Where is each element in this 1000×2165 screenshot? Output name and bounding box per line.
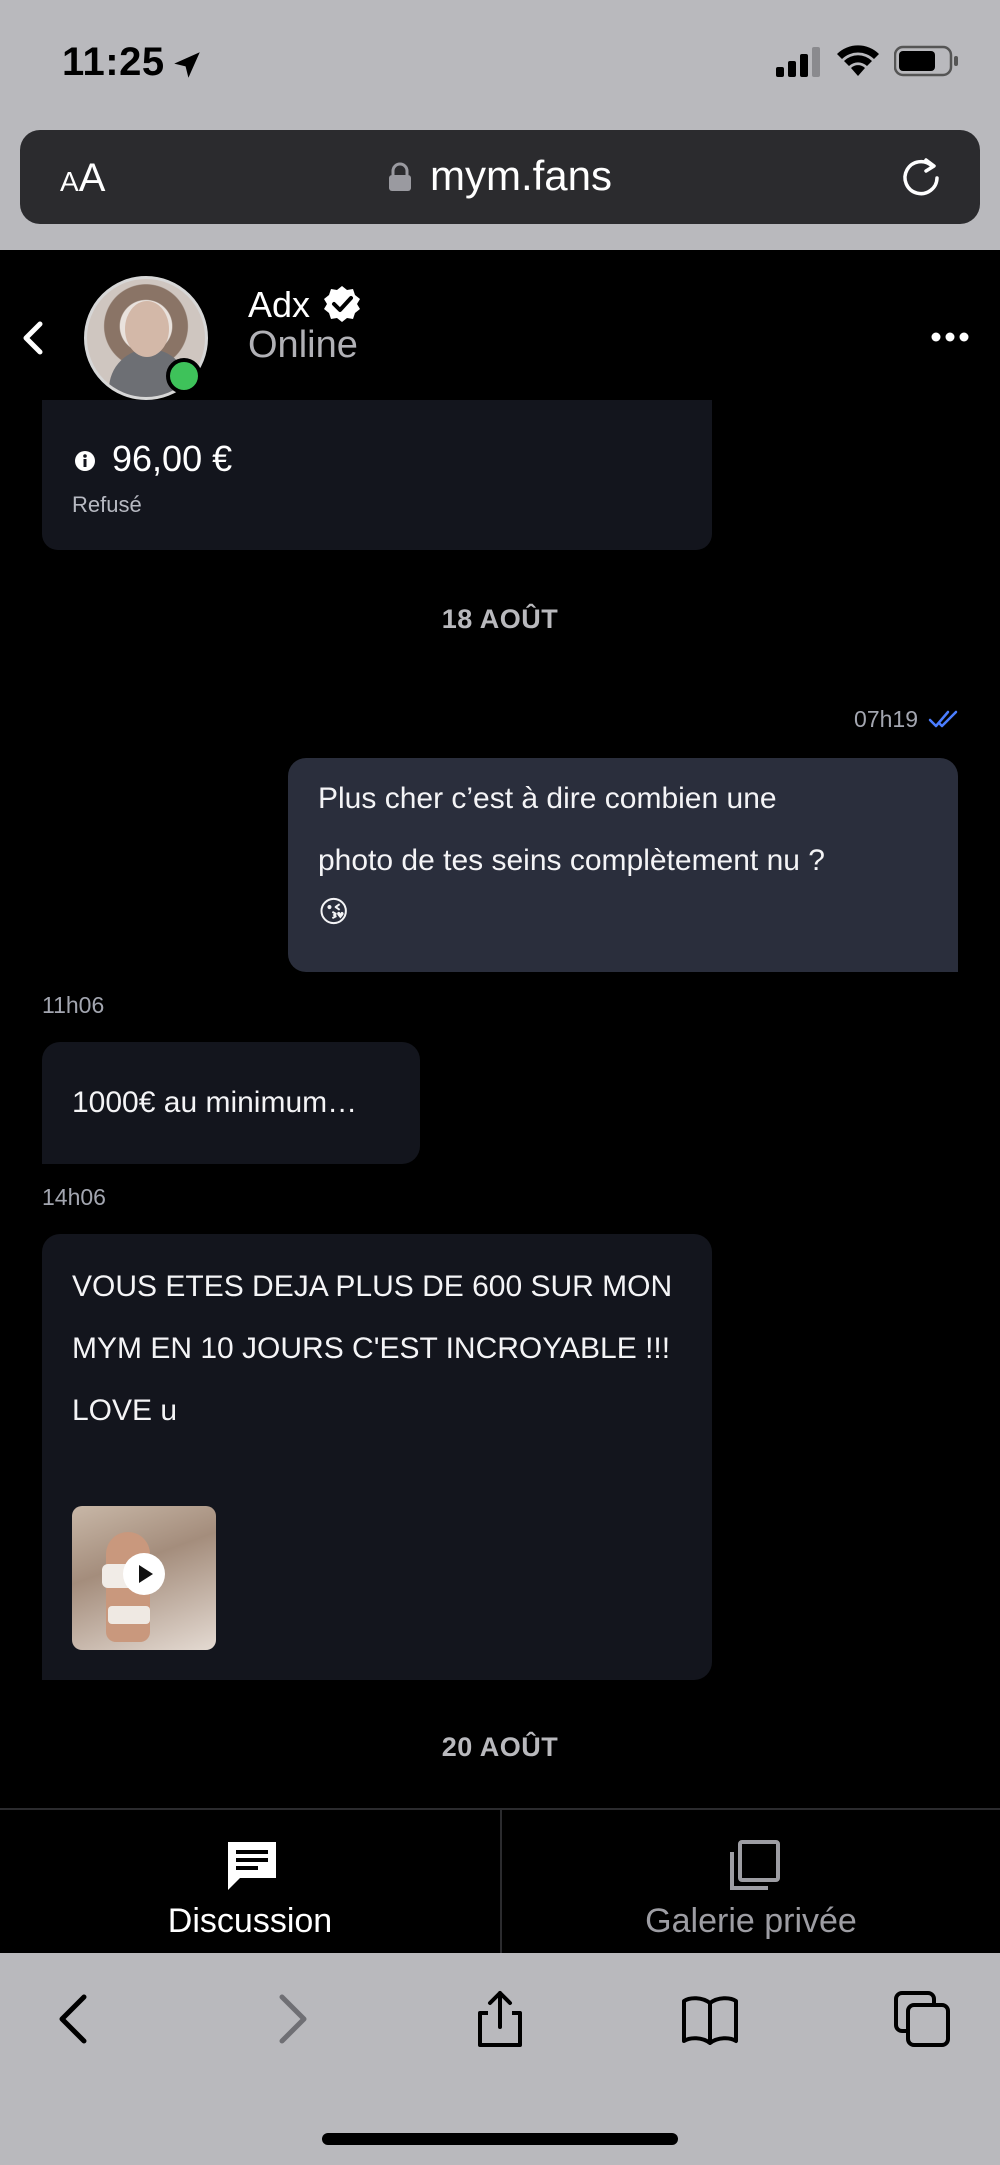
message-text-line: photo de tes seins complètement nu ? (318, 844, 825, 877)
reload-icon[interactable] (898, 154, 944, 200)
lock-icon (389, 162, 411, 191)
info-icon (75, 451, 95, 471)
date-separator: 18 AOÛT (441, 604, 559, 634)
tab-bar: Discussion Galerie privée (0, 1808, 1000, 1955)
contact-name[interactable]: Adx (248, 284, 310, 326)
message-time: 07h19 (854, 706, 918, 732)
url-text[interactable]: mym.fans (430, 152, 612, 200)
message-text-line: LOVE u (72, 1394, 178, 1427)
status-indicators (776, 44, 960, 78)
message-time: 11h06 (42, 992, 105, 1018)
verified-badge-icon (324, 286, 360, 322)
location-arrow-icon (174, 52, 200, 78)
kiss-emoji: 😘 (318, 895, 350, 930)
more-dots-icon[interactable] (930, 330, 970, 344)
bookmarks-icon[interactable] (680, 1989, 740, 2049)
chat-header: Adx Online (0, 250, 1000, 420)
cellular-signal-icon (776, 47, 820, 77)
tab-label: Discussion (167, 1902, 333, 1940)
message-text-line: Plus cher c’est à dire combien une (318, 782, 777, 815)
message-text-line: VOUS ETES DEJA PLUS DE 600 SUR MON (72, 1270, 673, 1303)
text-size-button[interactable]: AA (60, 156, 105, 201)
message-text-line: MYM EN 10 JOURS C'EST INCROYABLE !!! (72, 1332, 671, 1365)
date-separator: 20 AOÛT (441, 1732, 559, 1762)
message-bubble-incoming[interactable]: 1000€ au minimum… (42, 1042, 420, 1164)
tab-galerie-privee[interactable]: Galerie privée (500, 1810, 1000, 1955)
offer-status: Refusé (72, 492, 142, 517)
chat-icon (228, 1842, 276, 1890)
message-time: 14h06 (42, 1184, 106, 1210)
share-icon[interactable] (470, 1989, 530, 2049)
tabs-icon[interactable] (892, 1989, 952, 2049)
read-receipt-icon (928, 710, 958, 728)
online-indicator (166, 358, 202, 394)
address-bar[interactable]: AA mym.fans (20, 130, 980, 224)
browser-forward-icon[interactable] (260, 1989, 320, 2049)
browser-toolbar (0, 1953, 1000, 2165)
video-thumbnail[interactable] (72, 1506, 216, 1650)
status-time: 11:25 (62, 40, 165, 84)
offer-bubble: 96,00 € Refusé (42, 400, 712, 550)
gallery-icon (730, 1840, 780, 1890)
contact-status: Online (248, 324, 358, 366)
browser-back-icon[interactable] (46, 1989, 106, 2049)
tab-label: Galerie privée (645, 1902, 857, 1940)
tab-discussion[interactable]: Discussion (0, 1810, 500, 1955)
offer-amount: 96,00 € (112, 438, 233, 479)
home-indicator (322, 2133, 678, 2145)
browser-chrome: 11:25 AA mym.fans (0, 0, 1000, 250)
message-bubble-outgoing[interactable]: Plus cher c’est à dire combien une photo… (288, 758, 958, 972)
wifi-icon (837, 45, 879, 76)
message-bubble-incoming[interactable]: VOUS ETES DEJA PLUS DE 600 SUR MON MYM E… (42, 1234, 712, 1680)
battery-icon (894, 45, 958, 77)
back-chevron-icon[interactable] (18, 318, 48, 358)
message-text: 1000€ au minimum… (72, 1086, 358, 1119)
play-icon[interactable] (122, 1552, 166, 1596)
